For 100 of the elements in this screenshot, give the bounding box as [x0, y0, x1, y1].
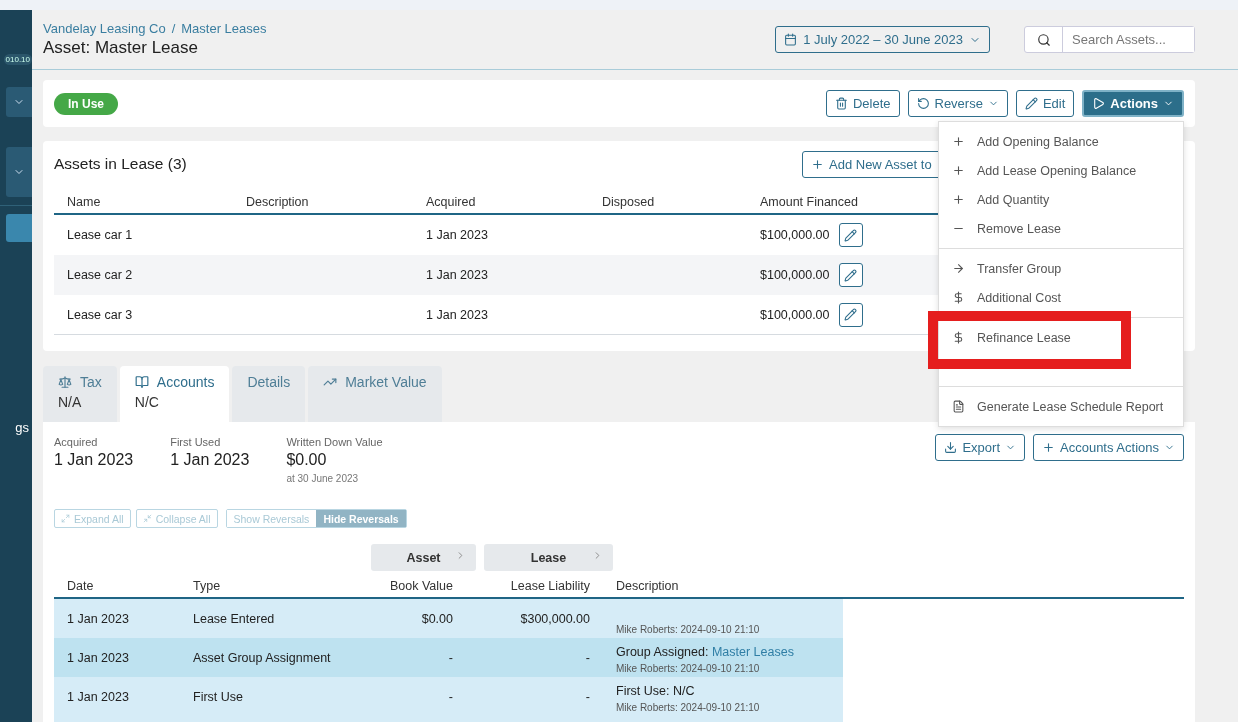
table-cell: -	[585, 650, 590, 665]
table-cell: Asset Group Assignment	[193, 650, 331, 665]
tab[interactable]: Tax N/A	[43, 366, 117, 422]
column-header: Type	[192, 578, 222, 595]
field-value: 1 Jan 2023	[170, 451, 250, 469]
menu-item[interactable]: Additional Cost	[939, 283, 1075, 312]
delete-button[interactable]: Delete	[825, 90, 900, 117]
breadcrumb-separator: /	[171, 21, 176, 36]
date-range-button[interactable]: 1 July 2022 – 30 June 2023	[775, 26, 990, 53]
table-cell: Lease car 3	[67, 307, 133, 322]
plus-icon	[952, 164, 965, 177]
audit-note: Mike Roberts: 2024-09-10 21:10	[616, 624, 760, 635]
collapse-icon	[142, 514, 152, 523]
reverse-button[interactable]: Reverse	[907, 90, 1008, 117]
actions-button[interactable]: Actions	[1082, 90, 1184, 117]
table-cell: Lease car 1	[67, 228, 133, 242]
plus-icon	[952, 193, 965, 206]
table-cell: $100,000.00	[760, 307, 830, 322]
menu-item[interactable]: Generate Lease Schedule Report	[939, 392, 1177, 421]
table-cell: $300,000.00	[520, 611, 590, 626]
pencil-icon	[844, 268, 857, 282]
accounts-actions-button[interactable]: Accounts Actions	[1033, 434, 1184, 461]
column-header: Amount Financed	[759, 194, 859, 211]
trash-icon	[834, 97, 848, 110]
play-icon	[1092, 97, 1106, 110]
field-label: First Used	[170, 436, 222, 448]
dollar-icon	[952, 291, 965, 304]
table-cell: First Use	[193, 689, 243, 704]
menu-item[interactable]: Transfer Group	[939, 254, 1075, 283]
description-text: Group Assigned: Master Leases	[616, 645, 794, 659]
plus-icon	[952, 135, 965, 148]
search-field[interactable]: Search Assets...	[1024, 26, 1195, 53]
field-label: Written Down Value	[286, 436, 383, 448]
table-cell: 1 Jan 2023	[67, 650, 129, 665]
table-cell: -	[448, 650, 453, 665]
table-cell: $0.00	[421, 611, 453, 626]
menu-item[interactable]: Refinance Lease	[939, 323, 1084, 352]
field-value: 1 Jan 2023	[54, 451, 134, 469]
breadcrumb-link[interactable]: Vandelay Leasing Co	[43, 21, 166, 36]
expand-icon	[61, 514, 70, 523]
table-cell: 1 Jan 2023	[67, 611, 129, 626]
table-cell: 1 Jan 2023	[426, 268, 488, 282]
calendar-icon	[784, 33, 798, 46]
edit-button[interactable]: Edit	[1015, 90, 1075, 117]
pencil-icon	[844, 228, 857, 242]
table-cell: -	[585, 689, 590, 704]
plus-icon	[811, 157, 824, 171]
field-value: $0.00	[286, 451, 328, 469]
tab[interactable]: Accounts N/C	[119, 366, 230, 422]
document-icon	[952, 400, 965, 413]
menu-item[interactable]: Add Opening Balance	[939, 127, 1112, 156]
field-label: Acquired	[54, 436, 99, 448]
menu-item[interactable]: Add Lease Opening Balance	[939, 156, 1150, 185]
table-cell: Lease car 2	[67, 268, 133, 282]
tab[interactable]: Market Value	[308, 366, 442, 422]
column-header: Disposed	[601, 194, 656, 211]
tab[interactable]: Details	[232, 366, 306, 422]
download-icon	[944, 441, 958, 454]
export-button[interactable]: Export	[935, 434, 1025, 461]
table-cell: $100,000.00	[760, 268, 830, 282]
dollar-icon	[952, 331, 965, 344]
column-group-button[interactable]: Asset	[371, 544, 476, 571]
arrow-right-icon	[952, 262, 965, 275]
search-icon	[1036, 32, 1051, 47]
book-icon	[134, 375, 149, 389]
column-header: Date	[66, 578, 95, 595]
audit-note: Mike Roberts: 2024-09-10 21:10	[616, 663, 761, 674]
menu-item[interactable]: Add Quantity	[939, 185, 1063, 214]
table-cell: 1 Jan 2023	[67, 689, 129, 704]
table-cell: Lease Entered	[193, 611, 275, 626]
column-header: Book Value	[389, 578, 454, 595]
menu-item[interactable]: Remove Lease	[939, 214, 1075, 243]
audit-note: Mike Roberts: 2024-09-10 21:10	[616, 702, 760, 713]
column-header: Lease Liability	[509, 578, 591, 595]
column-header: Description	[245, 194, 310, 211]
edit-button[interactable]	[838, 223, 863, 247]
group-link[interactable]: Master Leases	[711, 645, 794, 659]
undo-icon	[916, 97, 930, 110]
status-badge: In Use	[54, 92, 118, 115]
table-cell: 1 Jan 2023	[426, 307, 488, 322]
description-text: First Use: N/C	[616, 684, 696, 698]
column-header: Name	[66, 194, 102, 211]
breadcrumb-link[interactable]: Master Leases	[181, 21, 267, 36]
scale-icon	[58, 375, 72, 389]
table-cell: $100,000.00	[760, 228, 830, 242]
table-cell: -	[448, 689, 453, 704]
edit-button[interactable]	[838, 302, 863, 327]
pencil-icon	[1024, 97, 1038, 110]
field-note: at 30 June 2023	[286, 473, 360, 484]
column-header: Description	[615, 578, 680, 595]
page-title: Asset: Master Lease	[43, 38, 199, 58]
sidebar-label[interactable]: gs	[0, 420, 32, 435]
table-cell: 1 Jan 2023	[426, 228, 488, 242]
column-header: Acquired	[425, 194, 477, 211]
version-badge: 010.10	[3, 54, 32, 65]
edit-button[interactable]	[838, 263, 863, 287]
plus-icon	[1042, 441, 1055, 454]
column-group-button[interactable]: Lease	[484, 544, 613, 571]
pencil-icon	[844, 308, 857, 321]
card-title: Assets in Lease (3)	[54, 155, 188, 173]
